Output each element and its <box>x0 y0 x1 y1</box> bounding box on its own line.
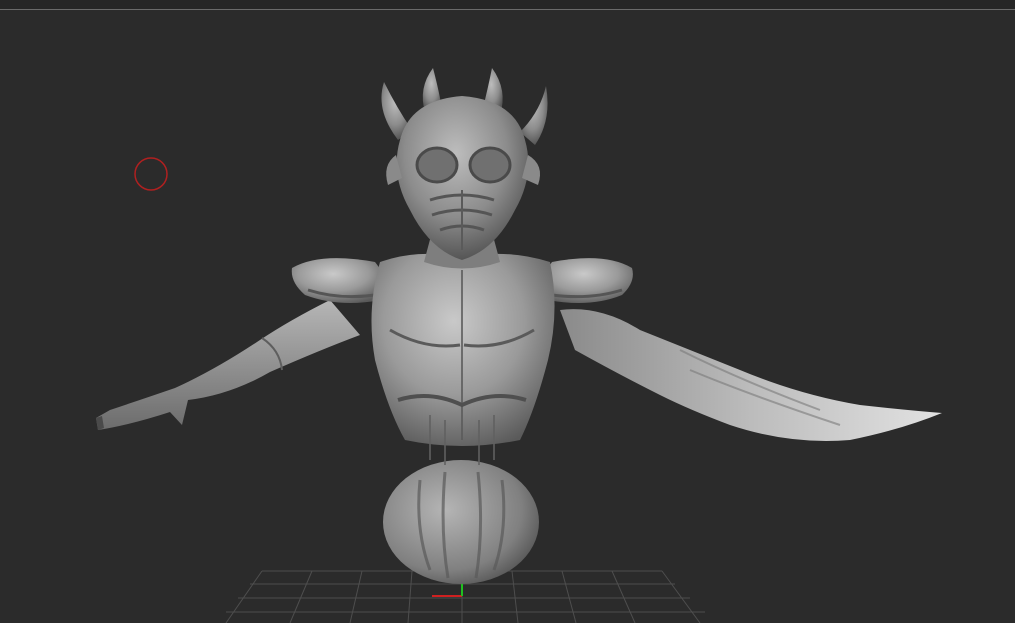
brush-cursor-icon <box>134 157 168 191</box>
model-torso <box>371 253 555 465</box>
3d-viewport[interactable] <box>0 0 1015 623</box>
model-left-arm <box>96 300 360 430</box>
model-right-arm-tentacle <box>560 309 942 441</box>
left-eye <box>415 146 459 184</box>
scene-canvas[interactable] <box>0 0 1015 623</box>
model-head <box>386 96 541 260</box>
right-eye <box>468 146 512 184</box>
model-belly <box>383 460 539 584</box>
